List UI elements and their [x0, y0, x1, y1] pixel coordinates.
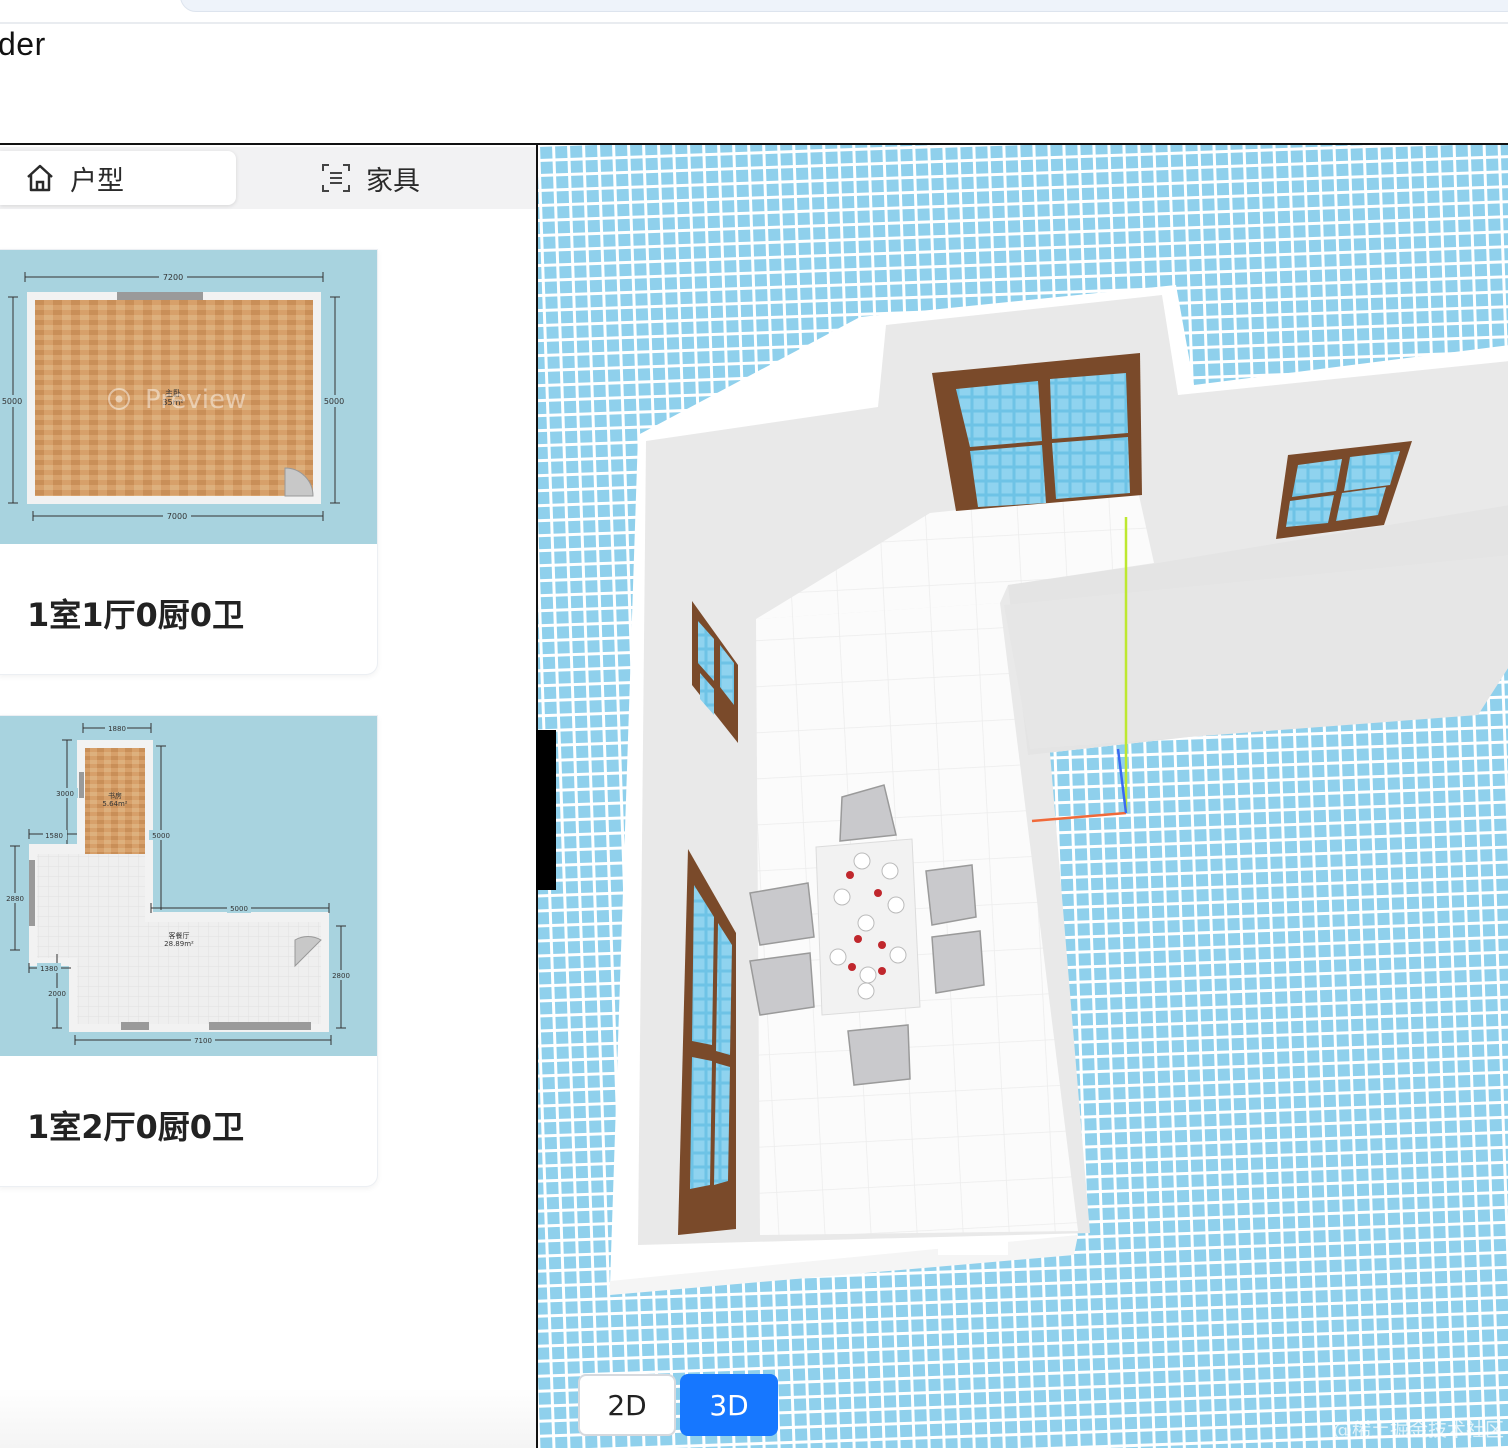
- dim-1880: 1880: [108, 725, 126, 733]
- room-study-area: 5.64m²: [102, 800, 127, 808]
- floorplan-card-1[interactable]: 7200 7000 5000 5000 主卧 35m² Preview 1室1厅…: [0, 249, 378, 675]
- scan-icon: [320, 162, 352, 194]
- 3d-viewport[interactable]: @稀土掘金技术社区: [536, 143, 1508, 1448]
- dim-bottom: 7000: [167, 512, 187, 521]
- dim-5000-a: 5000: [152, 832, 170, 840]
- dim-3000: 3000: [56, 790, 74, 798]
- floorplan-card-2[interactable]: 1880 3000 5000 1580 2880 5000 1380 2000 …: [0, 715, 378, 1187]
- floorplan-card-1-title: 1室1厅0厨0卫: [27, 596, 245, 634]
- view-3d-button[interactable]: 3D: [680, 1374, 778, 1436]
- view-mode-toggle: 2D 3D: [578, 1374, 778, 1436]
- window-top: [932, 353, 1142, 511]
- room-living-area: 28.89m²: [164, 940, 194, 948]
- dim-1380: 1380: [40, 965, 58, 973]
- tab-floorplan-label: 户型: [70, 165, 124, 197]
- dim-top: 7200: [163, 273, 183, 282]
- tab-furniture-label: 家具: [366, 165, 420, 197]
- floorplan-thumbnail-1: 7200 7000 5000 5000 主卧 35m² Preview: [0, 250, 377, 544]
- dim-left: 5000: [2, 397, 22, 406]
- watermark: @稀土掘金技术社区: [1332, 1419, 1504, 1441]
- room-living-name: 客餐厅: [169, 931, 190, 940]
- tab-floorplan[interactable]: 户型: [0, 151, 236, 205]
- tab-furniture[interactable]: 家具: [320, 151, 420, 205]
- 3d-scene[interactable]: [538, 145, 1508, 1448]
- address-bar[interactable]: [180, 0, 1508, 12]
- view-2d-button[interactable]: 2D: [578, 1374, 676, 1436]
- dim-right: 5000: [324, 397, 344, 406]
- panel-resize-handle[interactable]: [536, 730, 556, 890]
- home-icon: [24, 162, 56, 194]
- dim-5000-b: 5000: [230, 905, 248, 913]
- dim-2800: 2800: [332, 972, 350, 980]
- app-title: der: [0, 26, 46, 62]
- dim-2000: 2000: [48, 990, 66, 998]
- panel-bottom-fade: [0, 1388, 536, 1448]
- browser-top-strip: [0, 0, 1508, 24]
- floorplan-thumbnail-2: 1880 3000 5000 1580 2880 5000 1380 2000 …: [0, 716, 377, 1056]
- dim-2880: 2880: [6, 895, 24, 903]
- left-panel: 户型 家具 7200 7000 5000 5000 主卧 35m² Previe…: [0, 143, 536, 1448]
- preview-overlay: Preview: [145, 385, 246, 415]
- room-study-name: 书房: [108, 791, 122, 800]
- tab-bar: 户型 家具: [0, 147, 536, 209]
- dim-7100: 7100: [194, 1037, 212, 1045]
- floorplan-card-2-title: 1室2厅0厨0卫: [27, 1108, 245, 1146]
- dim-1580: 1580: [45, 832, 63, 840]
